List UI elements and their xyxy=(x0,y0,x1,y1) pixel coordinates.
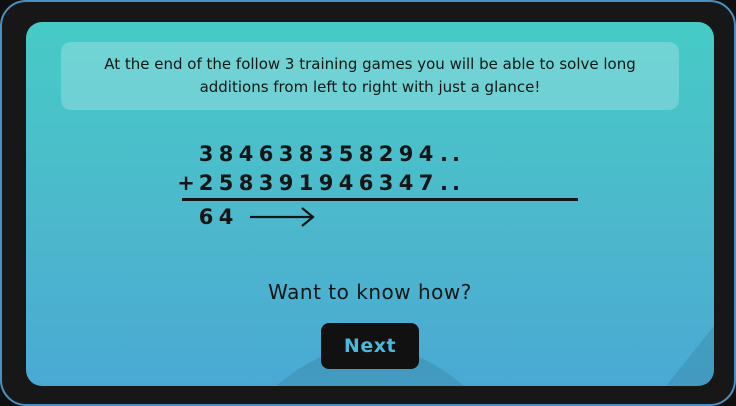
device-frame: At the end of the follow 3 training game… xyxy=(0,0,736,406)
digit: 3 xyxy=(278,142,294,166)
digit: 9 xyxy=(398,142,414,166)
result-digit: 6 xyxy=(198,205,214,229)
digit: 2 xyxy=(378,142,394,166)
continuation-dots: .. xyxy=(440,142,464,166)
digit: 3 xyxy=(318,142,334,166)
digit: 3 xyxy=(198,142,214,166)
next-button[interactable]: Next xyxy=(321,323,419,369)
plus-sign: + xyxy=(177,171,195,195)
digit: 3 xyxy=(258,171,274,195)
addition-example: 3 8 4 6 3 8 3 5 8 2 9 4 .. + 2 5 8 3 9 1… xyxy=(176,140,586,260)
digit: 8 xyxy=(298,142,314,166)
digit: 3 xyxy=(378,171,394,195)
digit: 7 xyxy=(418,171,434,195)
digit: 5 xyxy=(338,142,354,166)
digit: 9 xyxy=(278,171,294,195)
digit: 8 xyxy=(218,142,234,166)
continuation-dots: .. xyxy=(440,171,464,195)
addend-row-2: + 2 5 8 3 9 1 9 4 6 3 4 7 .. xyxy=(176,169,464,197)
result-digit: 4 xyxy=(218,205,234,229)
question-prompt: Want to know how? xyxy=(268,280,472,304)
digit: 2 xyxy=(198,171,214,195)
digit: 1 xyxy=(298,171,314,195)
digit: 8 xyxy=(358,142,374,166)
result-row: 6 4 xyxy=(176,203,318,231)
instruction-box: At the end of the follow 3 training game… xyxy=(61,42,679,110)
digit: 8 xyxy=(238,171,254,195)
digit: 5 xyxy=(218,171,234,195)
digit: 6 xyxy=(258,142,274,166)
addend-row-1: 3 8 4 6 3 8 3 5 8 2 9 4 .. xyxy=(176,140,464,168)
digit: 4 xyxy=(238,142,254,166)
sum-underline xyxy=(182,198,578,201)
digit: 4 xyxy=(418,142,434,166)
digit: 9 xyxy=(318,171,334,195)
digit: 4 xyxy=(398,171,414,195)
digit: 6 xyxy=(358,171,374,195)
digit: 4 xyxy=(338,171,354,195)
instruction-text: At the end of the follow 3 training game… xyxy=(104,55,636,96)
right-arrow-icon xyxy=(250,207,315,227)
game-screen: At the end of the follow 3 training game… xyxy=(26,22,714,386)
